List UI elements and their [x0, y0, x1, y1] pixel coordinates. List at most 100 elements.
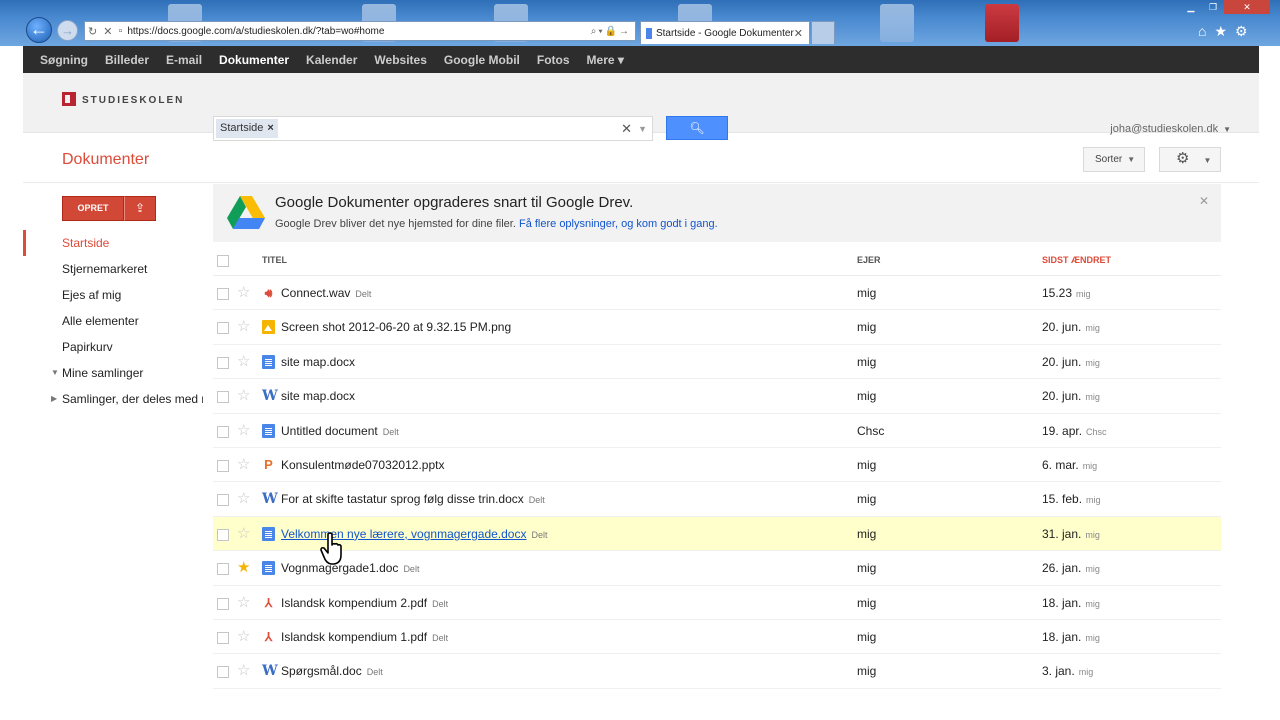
sidebar-item[interactable]: Papirkurv [23, 334, 203, 360]
star-icon[interactable]: ☆ [237, 491, 250, 506]
sidebar-item[interactable]: ▶ Samlinger, der deles med mig [23, 386, 203, 412]
gbar-item[interactable]: Kalender [306, 53, 357, 67]
file-name: For at skifte tastatur sprog følg disse … [281, 492, 524, 507]
close-window-icon[interactable]: ✕ [1224, 0, 1270, 14]
minimize-icon[interactable]: ▁ [1180, 0, 1202, 14]
file-name-link[interactable]: Connect.wav Delt [281, 286, 371, 300]
favorites-star-icon[interactable]: ★ [1214, 23, 1227, 40]
upload-button[interactable]: ⇪ [124, 196, 156, 221]
file-row[interactable]: ☆ P Konsulentmøde07032012.pptx mig 6. mar. mi… [213, 448, 1221, 483]
sidebar-item[interactable]: ▼ Mine samlinger [23, 360, 203, 386]
file-row[interactable]: ★ Vognmagergade1.doc Delt mig 26. jan. mig [213, 551, 1221, 586]
back-button[interactable]: ← [26, 17, 52, 43]
row-checkbox[interactable] [217, 631, 229, 644]
star-icon[interactable]: ☆ [237, 388, 250, 403]
gbar-item[interactable]: Google Mobil [444, 53, 520, 67]
file-row[interactable]: ☆ 🔊︎ Connect.wav Delt mig 15.23 mig [213, 276, 1221, 311]
gbar-item[interactable]: Fotos [537, 53, 570, 67]
select-all-checkbox[interactable] [217, 255, 229, 267]
gbar-item[interactable]: Søgning [40, 53, 88, 67]
star-icon[interactable]: ☆ [237, 457, 250, 472]
address-tools-icon[interactable]: ⌕▾🔒→ [591, 26, 635, 37]
file-row[interactable]: ☆ W For at skifte tastatur sprog følg diss… [213, 482, 1221, 517]
star-icon[interactable]: ☆ [237, 629, 250, 644]
row-checkbox[interactable] [217, 494, 229, 507]
file-row[interactable]: ☆ Untitled document Delt Chsc 19. apr. Chsc [213, 414, 1221, 448]
file-name-link[interactable]: Spørgsmål.doc Delt [281, 664, 383, 678]
google-doc-icon [262, 423, 275, 438]
file-name-link[interactable]: Islandsk kompendium 1.pdf Delt [281, 630, 448, 644]
close-tab-icon[interactable]: ✕ [794, 27, 809, 40]
file-name-link[interactable]: site map.docx [281, 355, 355, 369]
star-icon[interactable]: ☆ [237, 663, 250, 678]
gbar-item[interactable]: Mere ▾ [587, 53, 624, 67]
row-checkbox[interactable] [217, 322, 229, 335]
gbar-item[interactable]: E-mail [166, 53, 202, 67]
star-icon[interactable]: ☆ [237, 595, 250, 610]
url-text[interactable]: https://docs.google.com/a/studieskolen.d… [127, 26, 590, 37]
star-icon[interactable]: ☆ [237, 423, 250, 438]
file-name-link[interactable]: site map.docx [281, 389, 355, 403]
file-row[interactable]: ☆ Velkommen nye lærere, vognmagergade.doc… [213, 516, 1221, 552]
column-owner[interactable]: EJER [857, 255, 881, 265]
row-checkbox[interactable] [217, 391, 229, 404]
sidebar-item[interactable]: Stjernemarkeret [23, 256, 203, 282]
browser-tab[interactable]: Startside - Google Dokumenter ✕ [640, 21, 810, 44]
sort-button[interactable]: Sorter ▼ [1083, 147, 1145, 172]
row-checkbox[interactable] [217, 597, 229, 610]
star-icon[interactable]: ★ [237, 560, 250, 575]
restore-icon[interactable]: ❐ [1202, 0, 1224, 14]
file-row[interactable]: ☆ ⅄ Islandsk kompendium 1.pdf Delt mig 18. ja… [213, 620, 1221, 655]
gbar-item[interactable]: Websites [374, 53, 426, 67]
file-row[interactable]: ☆ Wsite map.docx mig 20. jun. mig [213, 379, 1221, 414]
star-icon[interactable]: ☆ [237, 285, 250, 300]
row-checkbox[interactable] [217, 459, 229, 472]
modified-date: 20. jun. [1042, 320, 1082, 335]
forward-button[interactable]: → [57, 20, 78, 41]
gbar-item[interactable]: Dokumenter [219, 53, 289, 67]
star-icon[interactable]: ☆ [237, 526, 250, 541]
row-checkbox[interactable] [217, 356, 229, 369]
row-checkbox[interactable] [217, 288, 229, 300]
stop-icon[interactable]: ✕ [100, 25, 115, 38]
gbar-item[interactable]: Billeder [105, 53, 149, 67]
new-tab-button[interactable] [811, 21, 835, 44]
file-name-link[interactable]: Untitled document Delt [281, 424, 399, 438]
create-button[interactable]: OPRET [62, 196, 124, 221]
modified-date: 15.23 [1042, 286, 1073, 300]
settings-button[interactable]: ⚙ ▼ [1159, 147, 1221, 172]
row-checkbox[interactable] [217, 666, 229, 679]
column-title[interactable]: TITEL [262, 255, 287, 265]
studieskolen-logo[interactable]: STUDIESKOLEN [62, 92, 184, 106]
expand-right-icon[interactable]: ▶ [51, 386, 57, 412]
star-icon[interactable]: ☆ [237, 319, 250, 334]
file-name-link[interactable]: For at skifte tastatur sprog følg disse … [281, 492, 545, 506]
docs-page: Søgning Billeder E-mail Dokumenter Kalender W… [23, 46, 1259, 720]
file-row[interactable]: ☆ site map.docx mig 20. jun. mig [213, 345, 1221, 380]
sidebar-item[interactable]: Startside [23, 230, 203, 256]
expand-down-icon[interactable]: ▼ [51, 360, 59, 386]
row-checkbox[interactable] [217, 425, 229, 438]
close-notice-icon[interactable]: ✕ [1199, 194, 1209, 208]
file-name-link[interactable]: Vognmagergade1.doc Delt [281, 561, 419, 575]
file-row[interactable]: ☆ Screen shot 2012-06-20 at 9.32.15 PM.pn… [213, 310, 1221, 345]
sidebar-item[interactable]: Alle elementer [23, 308, 203, 334]
learn-more-link[interactable]: Få flere oplysninger, og kom godt i gang… [519, 218, 718, 230]
sidebar-item[interactable]: Ejes af mig [23, 282, 203, 308]
gear-icon[interactable]: ⚙ [1235, 23, 1248, 40]
file-name-link[interactable]: Screen shot 2012-06-20 at 9.32.15 PM.png [281, 320, 511, 334]
file-name-link[interactable]: Konsulentmøde07032012.pptx [281, 458, 444, 472]
row-checkbox[interactable] [217, 528, 229, 541]
notice-text: Google Drev bliver det nye hjemsted for … [275, 218, 718, 230]
column-modified[interactable]: SIDST ÆNDRET [1042, 255, 1111, 265]
home-icon[interactable]: ⌂ [1198, 23, 1206, 40]
refresh-icon[interactable]: ↻ [85, 25, 100, 38]
file-name-link[interactable]: Islandsk kompendium 2.pdf Delt [281, 596, 448, 610]
row-checkbox[interactable] [217, 563, 229, 576]
star-icon[interactable]: ☆ [237, 354, 250, 369]
file-row[interactable]: ☆ ⅄ Islandsk kompendium 2.pdf Delt mig 18. ja… [213, 586, 1221, 620]
file-row[interactable]: ☆ W Spørgsmål.doc Delt mig 3. jan. mig [213, 654, 1221, 689]
address-bar[interactable]: ↻ ✕ ▫ https://docs.google.com/a/studiesk… [84, 21, 636, 41]
file-owner: mig [857, 629, 877, 644]
browser-tools: ⌂ ★ ⚙ [1198, 23, 1248, 40]
